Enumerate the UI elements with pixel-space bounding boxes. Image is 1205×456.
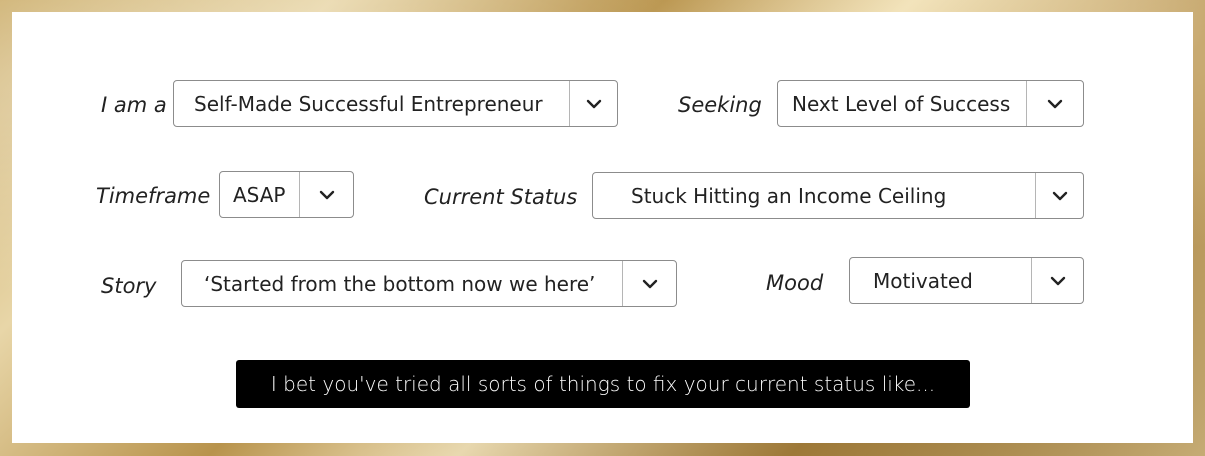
i-am-value: Self-Made Successful Entrepreneur — [194, 91, 543, 116]
seeking-label: Seeking — [678, 93, 762, 117]
chevron-down-icon[interactable] — [1031, 258, 1083, 303]
mood-value: Motivated — [873, 268, 973, 293]
chevron-down-icon[interactable] — [1026, 81, 1083, 126]
story-value: ‘Started from the bottom now we here’ — [204, 271, 596, 296]
current-status-select[interactable]: Stuck Hitting an Income Ceiling — [592, 172, 1084, 219]
status-prompt-banner: I bet you've tried all sorts of things t… — [236, 360, 970, 408]
i-am-select[interactable]: Self-Made Successful Entrepreneur — [173, 80, 618, 127]
timeframe-value: ASAP — [233, 182, 286, 207]
mood-label: Mood — [766, 271, 824, 295]
seeking-select[interactable]: Next Level of Success — [777, 80, 1084, 127]
mood-select[interactable]: Motivated — [849, 257, 1084, 304]
chevron-down-icon[interactable] — [569, 81, 617, 126]
story-label: Story — [101, 274, 157, 298]
timeframe-label: Timeframe — [96, 184, 211, 208]
current-status-value: Stuck Hitting an Income Ceiling — [631, 183, 947, 208]
story-select[interactable]: ‘Started from the bottom now we here’ — [181, 260, 677, 307]
current-status-label: Current Status — [424, 185, 578, 209]
seeking-value: Next Level of Success — [792, 91, 1011, 116]
i-am-label: I am a — [101, 93, 167, 117]
chevron-down-icon[interactable] — [1035, 173, 1083, 218]
timeframe-select[interactable]: ASAP — [219, 171, 354, 218]
form-panel: I am a Self-Made Successful Entrepreneur… — [12, 12, 1193, 443]
chevron-down-icon[interactable] — [299, 172, 353, 217]
chevron-down-icon[interactable] — [622, 261, 676, 306]
